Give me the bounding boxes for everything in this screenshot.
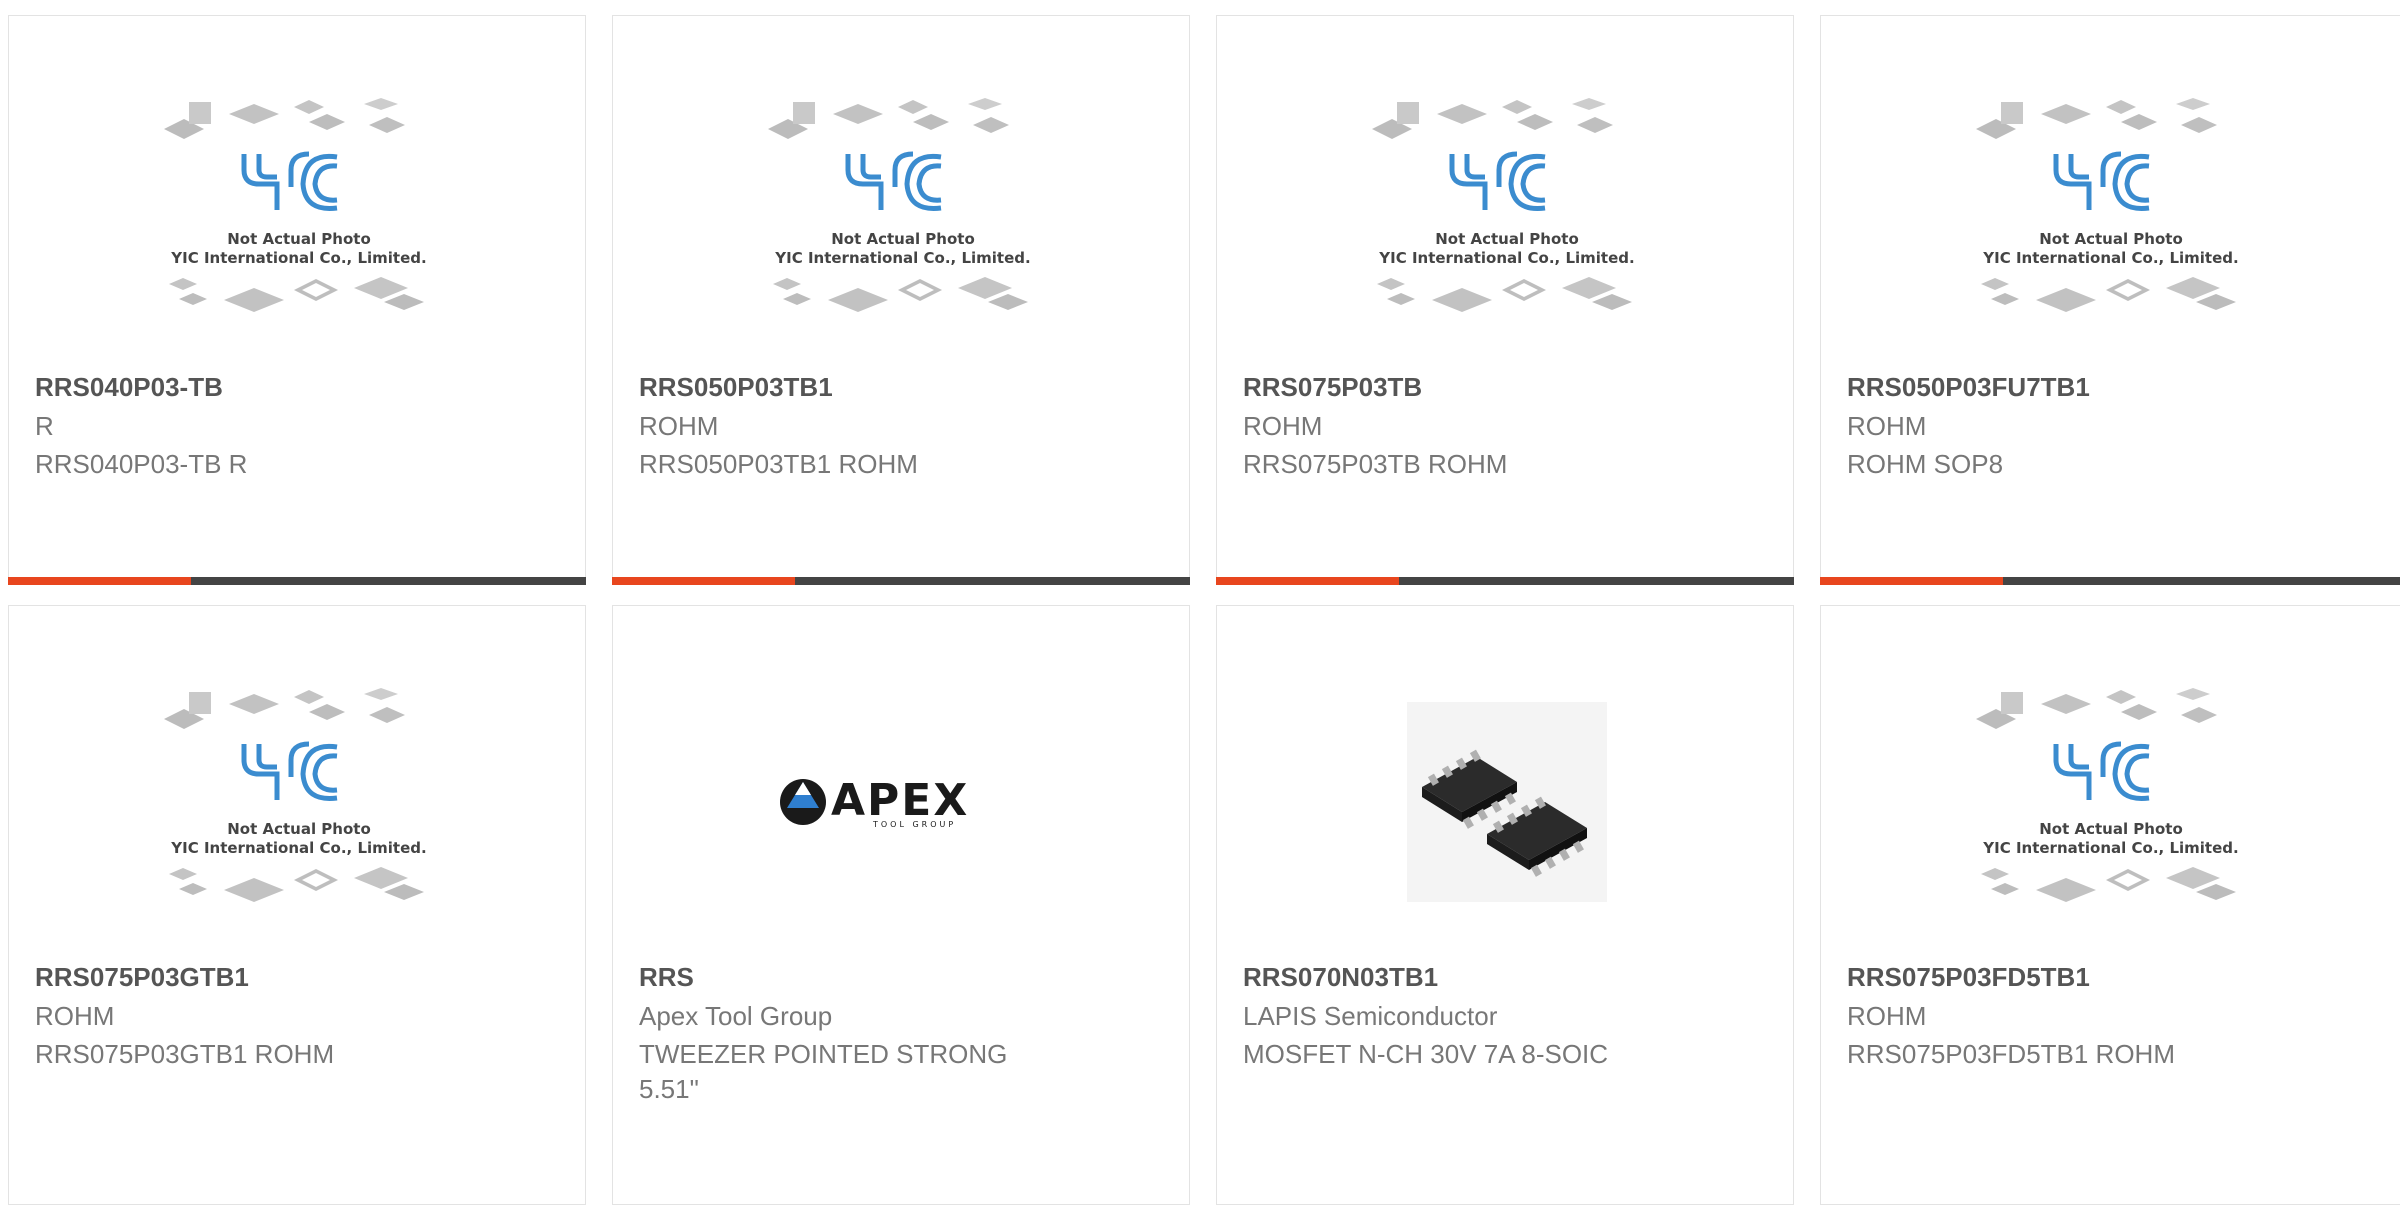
product-description: RRS075P03GTB1 ROHM (35, 1039, 335, 1069)
svg-text:Not Actual Photo: Not Actual Photo (227, 820, 371, 838)
yic-placeholder-icon: Not Actual Photo YIC International Co., … (768, 98, 1031, 312)
svg-text:TOOL GROUP: TOOL GROUP (872, 820, 956, 829)
apex-logo-icon: APEX TOOL GROUP (780, 775, 969, 829)
yic-placeholder-icon: Not Actual Photo YIC International Co., … (1976, 688, 2239, 902)
product-card[interactable]: Not Actual Photo YIC International Co., … (1216, 15, 1794, 585)
svg-text:Not Actual Photo: Not Actual Photo (2039, 820, 2183, 838)
product-card[interactable]: Not Actual Photo YIC International Co., … (612, 15, 1190, 585)
product-image-placeholder[interactable]: Not Actual Photo YIC International Co., … (159, 682, 439, 922)
svg-text:YIC International Co., Limited: YIC International Co., Limited. (1982, 249, 2238, 267)
card-progress-bar (612, 577, 1190, 585)
product-manufacturer: R (35, 411, 54, 441)
yic-placeholder-icon: Not Actual Photo YIC International Co., … (1372, 98, 1635, 312)
product-card[interactable]: APEX TOOL GROUP RRS Apex Tool Group TWEE… (612, 605, 1190, 1205)
product-manufacturer: LAPIS Semiconductor (1243, 1001, 1498, 1031)
product-part-number[interactable]: RRS040P03-TB (35, 372, 223, 403)
card-progress-accent (8, 577, 191, 585)
product-card[interactable]: RRS070N03TB1 LAPIS Semiconductor MOSFET … (1216, 605, 1794, 1205)
svg-text:YIC International Co., Limited: YIC International Co., Limited. (1378, 249, 1634, 267)
product-card[interactable]: Not Actual Photo YIC International Co., … (1820, 15, 2400, 585)
product-manufacturer: ROHM (639, 411, 719, 441)
product-description: TWEEZER POINTED STRONG 5.51" (639, 1039, 1008, 1104)
card-progress-bar (1820, 577, 2400, 585)
product-part-number[interactable]: RRS050P03TB1 (639, 372, 833, 403)
svg-text:Not Actual Photo: Not Actual Photo (831, 230, 975, 248)
product-image-placeholder[interactable]: Not Actual Photo YIC International Co., … (1971, 92, 2251, 332)
product-image-placeholder[interactable]: Not Actual Photo YIC International Co., … (1367, 92, 1647, 332)
card-progress-bar (8, 577, 586, 585)
yic-placeholder-icon: Not Actual Photo YIC International Co., … (164, 688, 427, 902)
product-image-apex[interactable]: APEX TOOL GROUP (763, 682, 1043, 922)
product-manufacturer: ROHM (1847, 411, 1927, 441)
product-manufacturer: Apex Tool Group (639, 1001, 833, 1031)
card-progress-bar (1216, 577, 1794, 585)
svg-text:Not Actual Photo: Not Actual Photo (2039, 230, 2183, 248)
svg-text:YIC International Co., Limited: YIC International Co., Limited. (170, 839, 426, 857)
product-part-number[interactable]: RRS075P03TB (1243, 372, 1422, 403)
product-description: RRS075P03FD5TB1 ROHM (1847, 1039, 2175, 1069)
product-description: RRS075P03TB ROHM (1243, 449, 1508, 479)
product-image-placeholder[interactable]: Not Actual Photo YIC International Co., … (159, 92, 439, 332)
card-progress-accent (612, 577, 795, 585)
product-part-number[interactable]: RRS (639, 962, 694, 993)
product-description: ROHM SOP8 (1847, 449, 2004, 479)
svg-text:YIC International Co., Limited: YIC International Co., Limited. (170, 249, 426, 267)
svg-text:YIC International Co., Limited: YIC International Co., Limited. (1982, 839, 2238, 857)
svg-text:APEX: APEX (831, 775, 969, 826)
card-progress-accent (1820, 577, 2003, 585)
product-card[interactable]: Not Actual Photo YIC International Co., … (1820, 605, 2400, 1205)
product-part-number[interactable]: RRS070N03TB1 (1243, 962, 1438, 993)
svg-text:YIC International Co., Limited: YIC International Co., Limited. (774, 249, 1030, 267)
svg-text:Not Actual Photo: Not Actual Photo (227, 230, 371, 248)
product-part-number[interactable]: RRS075P03FD5TB1 (1847, 962, 2090, 993)
product-grid: Not Actual Photo YIC International Co., … (0, 0, 2400, 1205)
product-manufacturer: ROHM (1847, 1001, 1927, 1031)
soic-chip-icon (1407, 702, 1607, 902)
product-manufacturer: ROHM (1243, 411, 1323, 441)
card-progress-accent (1216, 577, 1399, 585)
product-description: MOSFET N-CH 30V 7A 8-SOIC (1243, 1039, 1609, 1069)
product-image-soic[interactable] (1367, 682, 1647, 922)
product-image-placeholder[interactable]: Not Actual Photo YIC International Co., … (1971, 682, 2251, 922)
product-image-placeholder[interactable]: Not Actual Photo YIC International Co., … (763, 92, 1043, 332)
product-description: RRS040P03-TB R (35, 449, 248, 479)
svg-text:Not Actual Photo: Not Actual Photo (1435, 230, 1579, 248)
product-part-number[interactable]: RRS050P03FU7TB1 (1847, 372, 2090, 403)
product-manufacturer: ROHM (35, 1001, 115, 1031)
yic-placeholder-icon: Not Actual Photo YIC International Co., … (1976, 98, 2239, 312)
product-description: RRS050P03TB1 ROHM (639, 449, 918, 479)
product-part-number[interactable]: RRS075P03GTB1 (35, 962, 249, 993)
yic-placeholder-icon: Not Actual Photo YIC International Co., … (164, 98, 427, 312)
product-card[interactable]: Not Actual Photo YIC International Co., … (8, 605, 586, 1205)
product-card[interactable]: Not Actual Photo YIC International Co., … (8, 15, 586, 585)
